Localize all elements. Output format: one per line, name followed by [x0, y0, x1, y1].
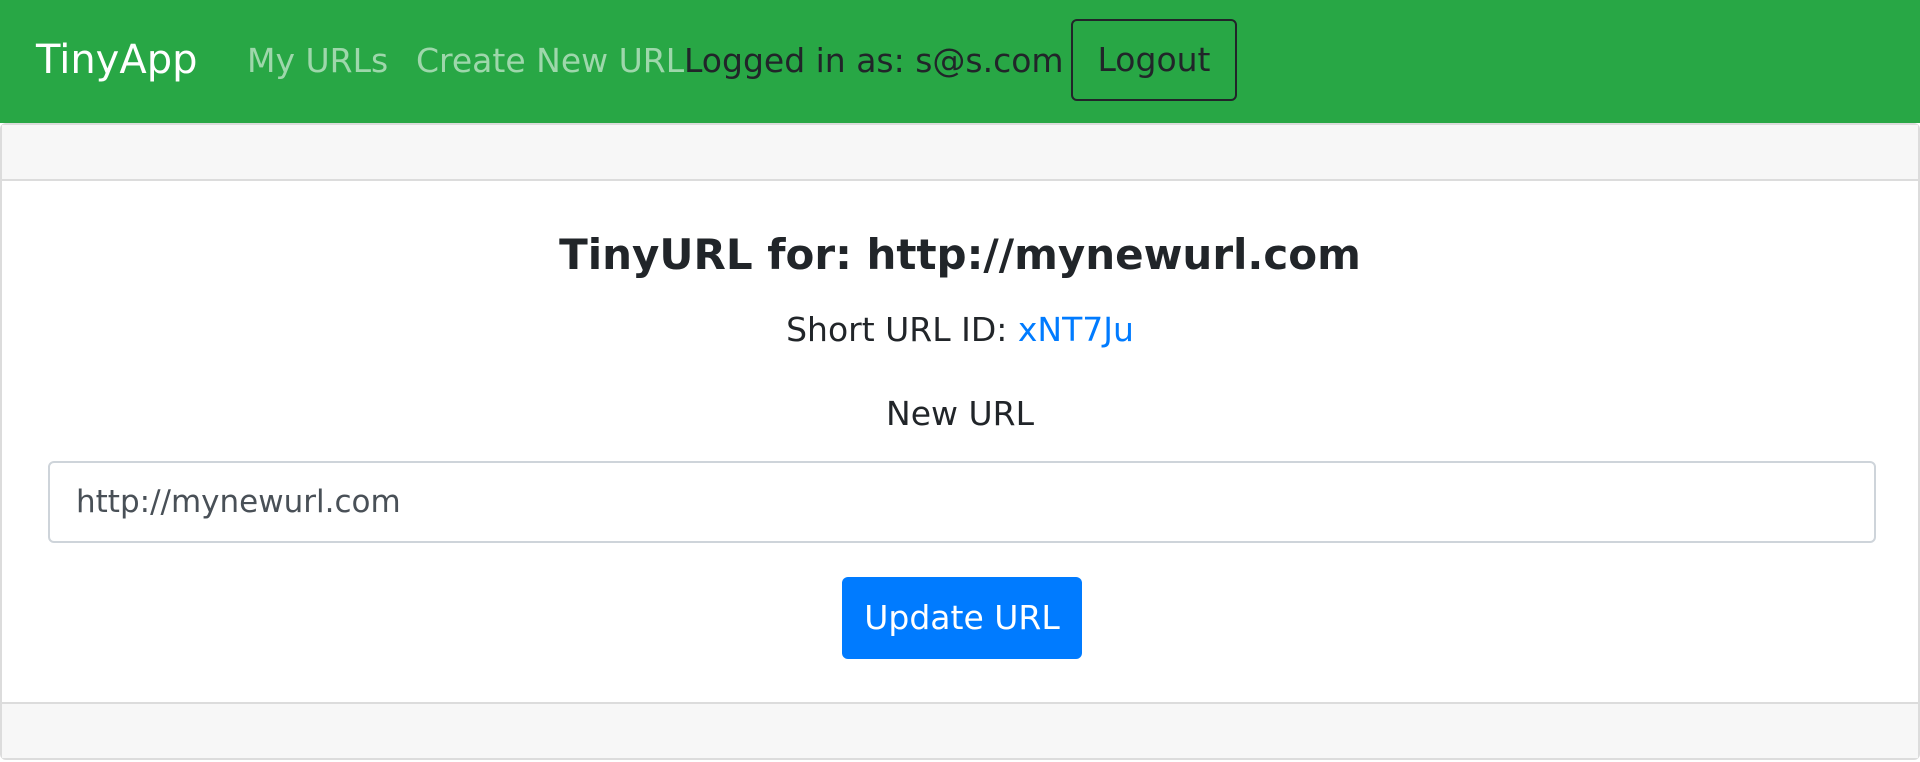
logout-button[interactable]: Logout — [1071, 19, 1237, 101]
navbar: TinyApp My URLs Create New URL Logged in… — [0, 0, 1920, 123]
url-card: TinyURL for: http://mynewurl.com Short U… — [0, 123, 1920, 760]
new-url-input[interactable] — [48, 461, 1876, 543]
brand-link[interactable]: TinyApp — [36, 30, 197, 90]
update-url-button[interactable]: Update URL — [842, 577, 1082, 659]
short-url-id-link[interactable]: xNT7Ju — [1018, 310, 1134, 349]
nav-link-my-urls[interactable]: My URLs — [247, 36, 388, 86]
logged-in-status: Logged in as: s@s.com — [684, 41, 1064, 80]
short-url-id-label: Short URL ID: — [786, 310, 1018, 349]
card-footer — [2, 702, 1918, 758]
short-url-id-row: Short URL ID: xNT7Ju — [2, 305, 1918, 355]
new-url-label: New URL — [886, 394, 1034, 433]
card-header — [2, 125, 1918, 181]
nav-link-create-new-url[interactable]: Create New URL — [416, 36, 684, 86]
page-title: TinyURL for: http://mynewurl.com — [559, 230, 1361, 279]
